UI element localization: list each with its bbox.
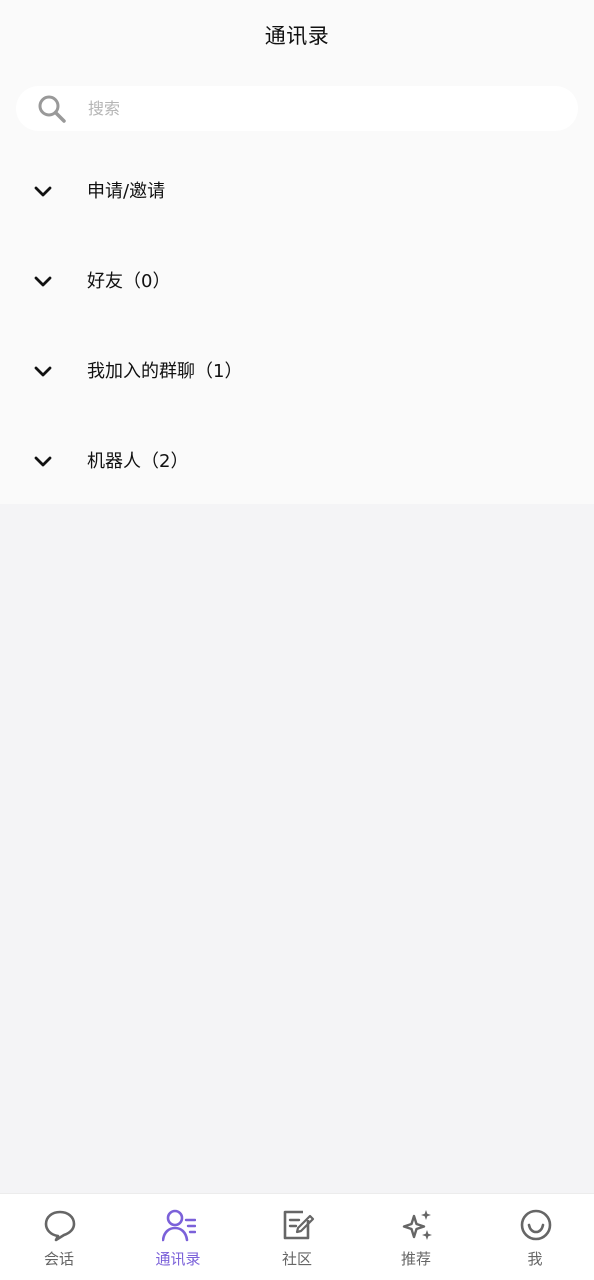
chevron-down-icon bbox=[34, 276, 52, 287]
smiley-icon bbox=[520, 1209, 552, 1241]
group-label: 申请/邀请 bbox=[87, 181, 166, 202]
chevron-down-icon bbox=[34, 456, 52, 467]
edit-note-icon bbox=[283, 1210, 315, 1240]
tab-contacts[interactable]: 通讯录 bbox=[119, 1194, 237, 1280]
chevron-down-icon bbox=[34, 186, 52, 197]
group-joined-chats[interactable]: 我加入的群聊（1） bbox=[0, 332, 594, 412]
group-friends[interactable]: 好友（0） bbox=[0, 242, 594, 322]
tab-recommend[interactable]: 推荐 bbox=[357, 1194, 475, 1280]
group-label: 我加入的群聊（1） bbox=[87, 361, 243, 382]
top-bar: 通讯录 bbox=[0, 0, 594, 70]
search-bar[interactable] bbox=[16, 86, 578, 131]
tab-label: 推荐 bbox=[400, 1250, 431, 1268]
contacts-icon bbox=[162, 1209, 196, 1242]
group-requests-invites[interactable]: 申请/邀请 bbox=[0, 152, 594, 232]
tab-chats[interactable]: 会话 bbox=[0, 1194, 118, 1280]
chevron-down-icon bbox=[34, 366, 52, 377]
chat-bubble-icon bbox=[44, 1210, 76, 1242]
tab-me[interactable]: 我 bbox=[476, 1194, 594, 1280]
search-icon bbox=[38, 95, 66, 123]
bottom-tab-bar: 会话 通讯录 社区 推荐 我 bbox=[0, 1193, 594, 1280]
group-label: 好友（0） bbox=[87, 271, 171, 292]
group-bots[interactable]: 机器人（2） bbox=[0, 422, 594, 502]
tab-label: 我 bbox=[527, 1250, 543, 1268]
tab-label: 通讯录 bbox=[155, 1250, 201, 1268]
sparkle-icon bbox=[402, 1210, 432, 1240]
tab-community[interactable]: 社区 bbox=[238, 1194, 356, 1280]
page-title: 通讯录 bbox=[264, 24, 330, 48]
tab-label: 社区 bbox=[281, 1250, 312, 1268]
search-input[interactable] bbox=[88, 86, 558, 131]
contacts-panel: 申请/邀请 好友（0） 我加入的群聊（1） 机器人（2） bbox=[0, 70, 594, 504]
tab-label: 会话 bbox=[43, 1250, 74, 1268]
group-label: 机器人（2） bbox=[87, 451, 189, 472]
